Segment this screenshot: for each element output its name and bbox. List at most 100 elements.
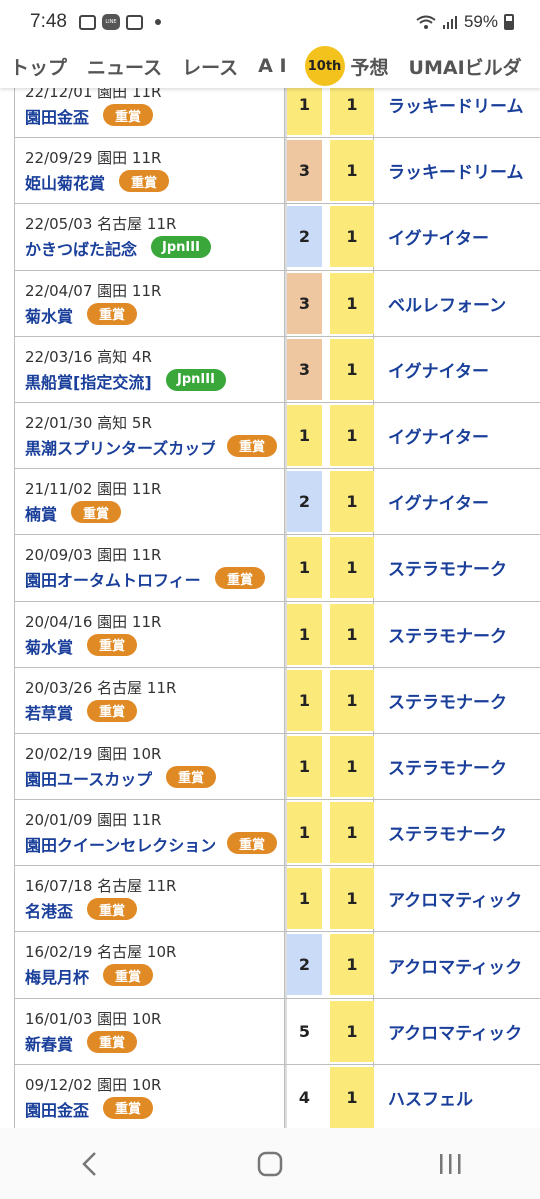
grade-badge: 重賞 [166, 765, 216, 788]
nav-prediction[interactable]: 予想 [351, 53, 389, 80]
winner-position-cell: 1 [330, 733, 374, 800]
top-nav: トップ ニュース レース A I 10th 予想 UMAIビルダ [0, 44, 540, 88]
winner-horse-link[interactable]: ベルレフォーン [388, 271, 540, 336]
grade-badge: 重賞 [103, 964, 153, 987]
finish-position: 2 [287, 206, 322, 268]
table-row: 22/01/30 高知 5R 黒潮スプリンターズカップ 重賞 1 1 イグナイタ… [14, 402, 540, 470]
winner-horse-link[interactable]: ラッキードリーム [388, 138, 540, 203]
winner-position-cell: 1 [330, 402, 374, 469]
race-name-link[interactable]: 菊水賞 [25, 634, 73, 658]
table-row: 20/01/09 園田 11R 園田クイーンセレクション 重賞 1 1 ステラモ… [14, 800, 540, 867]
race-name-link[interactable]: 黒潮スプリンターズカップ [25, 435, 215, 459]
winner-horse-link[interactable]: ラッキードリーム [388, 88, 540, 137]
winner-horse-link[interactable]: イグナイター [388, 204, 540, 269]
race-cell: 22/01/30 高知 5R 黒潮スプリンターズカップ 重賞 [14, 402, 285, 469]
tenth-anniversary-badge[interactable]: 10th [304, 46, 345, 86]
table-row: 22/03/16 高知 4R 黒船賞[指定交流] JpnIII 3 1 イグナイ… [14, 336, 540, 403]
race-cell: 09/12/02 園田 10R 園田金盃 重賞 [14, 1064, 285, 1128]
race-date-venue: 20/04/16 園田 11R [25, 612, 162, 631]
winner-horse-link[interactable]: ステラモナーク [388, 602, 540, 667]
race-date-venue: 22/09/29 園田 11R [25, 149, 162, 168]
finish-position: 1 [287, 669, 322, 731]
system-icons: 59% [416, 12, 514, 32]
finish-position-cell: 1 [287, 403, 324, 468]
table-row: 20/03/26 名古屋 11R 若草賞 重賞 1 1 ステラモナーク [14, 667, 540, 734]
finish-position: 1 [287, 88, 322, 135]
recent-apps-icon [440, 1153, 461, 1174]
nav-news[interactable]: ニュース [87, 53, 162, 80]
winner-horse-link[interactable]: アクロマティック [388, 932, 540, 997]
grade-badge: 重賞 [87, 1030, 137, 1053]
winner-horse-link[interactable]: イグナイター [388, 403, 540, 468]
finish-position: 3 [287, 272, 322, 334]
finish-position-cell: 1 [287, 668, 324, 733]
winner-position: 1 [330, 669, 374, 731]
race-name-link[interactable]: 名港盃 [25, 898, 73, 922]
race-name-link[interactable]: 園田クイーンセレクション [25, 832, 215, 856]
race-name-link[interactable]: 楠賞 [25, 501, 57, 525]
grade-badge: JpnIII [151, 236, 211, 259]
finish-position-cell: 5 [287, 999, 324, 1064]
winner-position-cell: 1 [330, 469, 374, 535]
finish-position: 1 [287, 735, 322, 797]
winner-position: 1 [330, 1066, 374, 1128]
winner-horse-link[interactable]: ステラモナーク [388, 535, 540, 600]
winner-position-cell: 1 [330, 88, 374, 138]
race-name-link[interactable]: 菊水賞 [25, 303, 73, 327]
recent-apps-button[interactable] [420, 1144, 480, 1184]
finish-position-cell: 2 [287, 469, 324, 534]
table-row: 22/09/29 園田 11R 姫山菊花賞 重賞 3 1 ラッキードリーム [14, 138, 540, 205]
table-row: 20/02/19 園田 10R 園田ユースカップ 重賞 1 1 ステラモナーク [14, 733, 540, 801]
nav-umai-builder[interactable]: UMAIビルダ [409, 53, 522, 80]
race-name-link[interactable]: 新春賞 [25, 1031, 73, 1055]
nav-race[interactable]: レース [182, 53, 238, 80]
winner-horse-link[interactable]: イグナイター [388, 337, 540, 402]
race-cell: 16/07/18 名古屋 11R 名港盃 重賞 [14, 866, 285, 932]
winner-position-cell: 1 [330, 866, 374, 932]
table-row: 20/04/16 園田 11R 菊水賞 重賞 1 1 ステラモナーク [14, 601, 540, 668]
winner-horse-link[interactable]: ステラモナーク [388, 734, 540, 799]
winner-position: 1 [330, 868, 374, 930]
winner-position: 1 [330, 272, 374, 334]
home-icon [257, 1151, 283, 1176]
grade-badge: JpnIII [166, 368, 226, 391]
race-name-link[interactable]: 園田金盃 [25, 104, 89, 128]
race-name-link[interactable]: かきつばた記念 [25, 236, 137, 260]
race-date-venue: 20/02/19 園田 10R [25, 744, 162, 763]
winner-horse-link[interactable]: アクロマティック [388, 866, 540, 931]
nav-ai[interactable]: A I [258, 55, 286, 77]
winner-horse-link[interactable]: イグナイター [388, 469, 540, 534]
race-name-link[interactable]: 園田オータムトロフィー [25, 567, 201, 591]
more-notifications-icon [154, 19, 161, 25]
race-name-link[interactable]: 若草賞 [25, 700, 73, 724]
finish-position-cell: 2 [287, 932, 324, 997]
grade-badge: 重賞 [71, 501, 121, 524]
home-button[interactable] [240, 1144, 300, 1184]
results-table-viewport[interactable]: 22/12/01 園田 11R 園田金盃 重賞 1 1 ラッキードリーム 22/… [0, 88, 540, 1128]
nav-top[interactable]: トップ [10, 53, 67, 80]
table-row: 22/04/07 園田 11R 菊水賞 重賞 3 1 ベルレフォーン [14, 270, 540, 337]
race-name-link[interactable]: 姫山菊花賞 [25, 170, 105, 194]
race-date-venue: 20/01/09 園田 11R [25, 811, 162, 830]
winner-horse-link[interactable]: ハスフェル [388, 1065, 540, 1128]
mail-icon [125, 14, 143, 30]
race-name-link[interactable]: 黒船賞[指定交流] [25, 369, 152, 393]
race-name-link[interactable]: 梅見月杯 [25, 964, 89, 988]
wifi-icon [416, 15, 436, 29]
race-name-link[interactable]: 園田金盃 [25, 1097, 89, 1121]
finish-position: 1 [287, 802, 322, 864]
results-table: 22/12/01 園田 11R 園田金盃 重賞 1 1 ラッキードリーム 22/… [14, 88, 540, 1128]
race-cell: 21/11/02 園田 11R 楠賞 重賞 [14, 469, 285, 535]
winner-horse-link[interactable]: ステラモナーク [388, 668, 540, 733]
race-name-link[interactable]: 園田ユースカップ [25, 766, 152, 790]
race-cell: 20/09/03 園田 11R 園田オータムトロフィー 重賞 [14, 535, 285, 601]
race-date-venue: 22/12/01 園田 11R [25, 88, 162, 101]
race-date-venue: 16/01/03 園田 10R [25, 1009, 162, 1028]
finish-position-cell: 1 [287, 866, 324, 931]
grade-badge: 重賞 [87, 633, 137, 656]
winner-position-cell: 1 [330, 667, 374, 733]
finish-position: 5 [298, 1021, 311, 1041]
winner-horse-link[interactable]: アクロマティック [388, 999, 540, 1064]
winner-horse-link[interactable]: ステラモナーク [388, 800, 540, 865]
back-button[interactable] [60, 1144, 120, 1184]
